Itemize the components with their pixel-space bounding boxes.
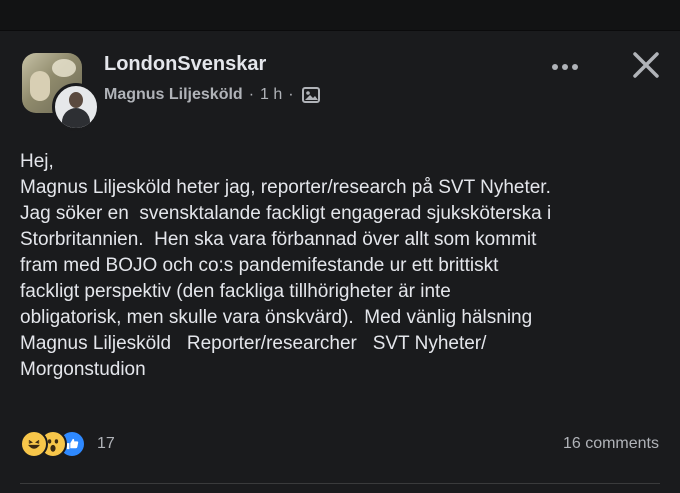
post-body: Hej, Magnus Liljesköld heter jag, report… <box>20 149 660 383</box>
post-body-line: Magnus Liljesköld heter jag, reporter/re… <box>20 177 551 198</box>
meta-separator-2: · <box>288 86 294 103</box>
post-body-line: Morgonstudion <box>20 359 146 380</box>
author-avatar[interactable] <box>52 83 100 131</box>
reaction-count: 17 <box>97 435 115 452</box>
photo-icon <box>301 87 320 103</box>
top-bar <box>0 0 680 31</box>
post-body-line: obligatorisk, men skulle vara önskvärd).… <box>20 307 533 328</box>
group-name[interactable]: LondonSvenskar <box>104 53 266 76</box>
reactions-summary[interactable]: 17 <box>20 429 115 459</box>
divider <box>20 483 660 484</box>
post-meta: Magnus Liljesköld · 1 h · <box>104 86 320 104</box>
post-time[interactable]: 1 h <box>260 86 282 104</box>
post-body-line: Jag söker en svensktalande fackligt enga… <box>20 203 552 224</box>
post-body-line: Hej, <box>20 151 54 172</box>
close-icon[interactable] <box>630 49 662 81</box>
meta-separator: · <box>248 86 255 103</box>
more-options-icon[interactable] <box>548 57 582 77</box>
author-name[interactable]: Magnus Liljesköld <box>104 86 243 104</box>
post-body-line: fram med BOJO och co:s pandemifestande u… <box>20 255 499 276</box>
comments-count-link[interactable]: 16 comments <box>563 435 659 453</box>
post-avatars[interactable] <box>22 53 100 131</box>
post-body-line: fackligt perspektiv (den fackliga tillhö… <box>20 281 451 302</box>
post-body-line: Magnus Liljesköld Reporter/researcher SV… <box>20 333 487 354</box>
haha-icon <box>20 430 48 458</box>
post-card: LondonSvenskar Magnus Liljesköld · 1 h ·… <box>0 31 680 493</box>
post-body-line: Storbritannien. Hen ska vara förbannad ö… <box>20 229 537 250</box>
